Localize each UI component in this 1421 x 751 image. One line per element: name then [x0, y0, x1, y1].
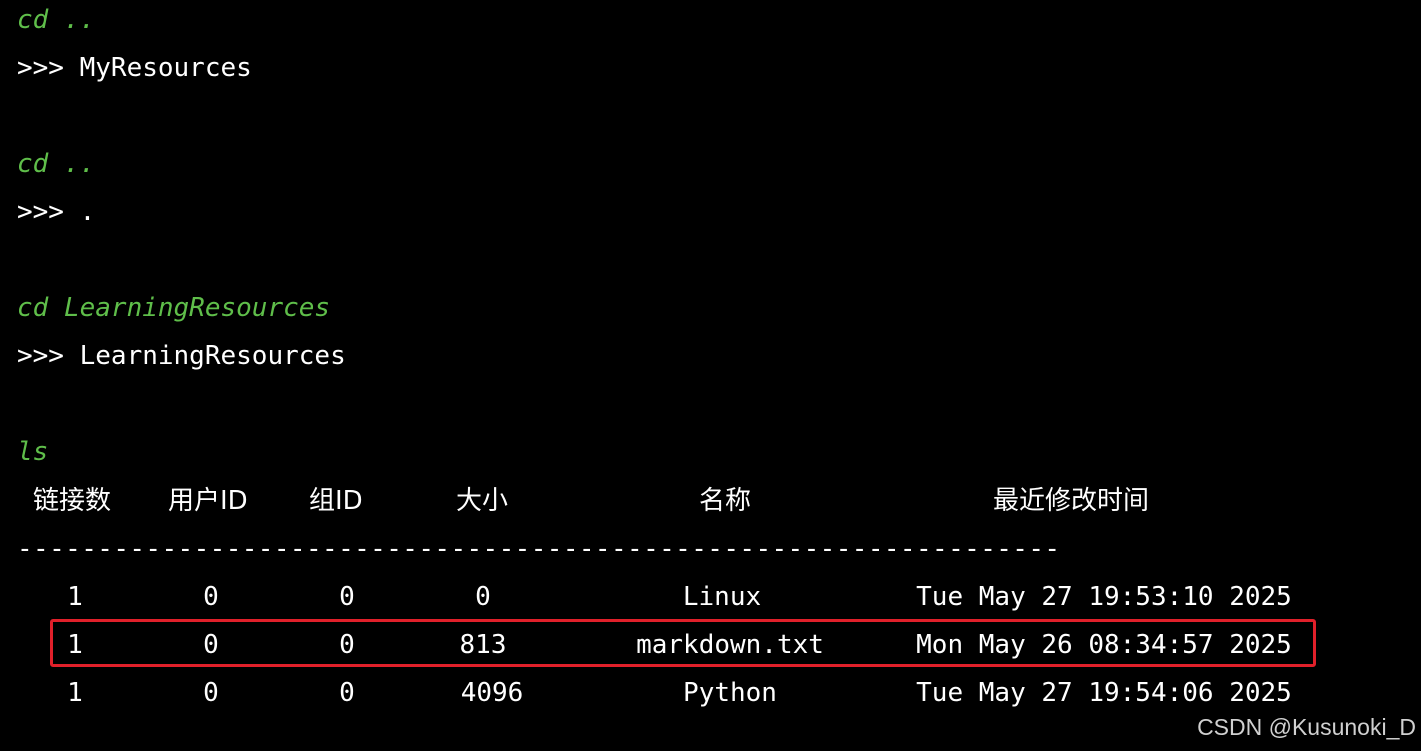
terminal-window: cd .. >>> MyResources cd .. >>> . cd Lea… [0, 0, 1421, 751]
cell-name: Linux [682, 582, 762, 612]
watermark: CSDN @Kusunoki_D [1197, 714, 1416, 740]
cell-mtime: Tue May 27 19:53:10 2025 [916, 582, 1292, 612]
cell-links: 1 [67, 678, 83, 708]
cell-size: 0 [475, 582, 491, 612]
header-name: 名称 [699, 486, 752, 516]
row-highlight-box [50, 619, 1316, 667]
header-links: 链接数 [33, 486, 112, 516]
output-line: >>> LearningResources [17, 341, 346, 371]
cell-uid: 0 [203, 678, 219, 708]
cell-gid: 0 [339, 582, 355, 612]
table-row: 1 0 0 0 Linux Tue May 27 19:53:10 2025 [0, 580, 1421, 614]
cell-links: 1 [67, 582, 83, 612]
cell-size: 4096 [460, 678, 524, 708]
cell-name: Python [683, 678, 777, 708]
table-row: 1 0 0 4096 Python Tue May 27 19:54:06 20… [0, 676, 1421, 710]
header-size: 大小 [456, 486, 509, 516]
header-gid: 组ID [309, 486, 363, 516]
header-uid: 用户ID [168, 486, 248, 516]
command-line: cd LearningResources [17, 293, 331, 323]
header-mtime: 最近修改时间 [993, 486, 1150, 516]
command-line: cd .. [17, 5, 96, 35]
cell-gid: 0 [339, 678, 355, 708]
cell-uid: 0 [203, 582, 219, 612]
output-line: >>> . [17, 197, 96, 227]
command-line: cd .. [17, 149, 96, 179]
command-line: ls [17, 437, 49, 467]
cell-mtime: Tue May 27 19:54:06 2025 [916, 678, 1292, 708]
separator-line: ----------------------------------------… [17, 534, 1061, 564]
output-line: >>> MyResources [17, 53, 252, 83]
